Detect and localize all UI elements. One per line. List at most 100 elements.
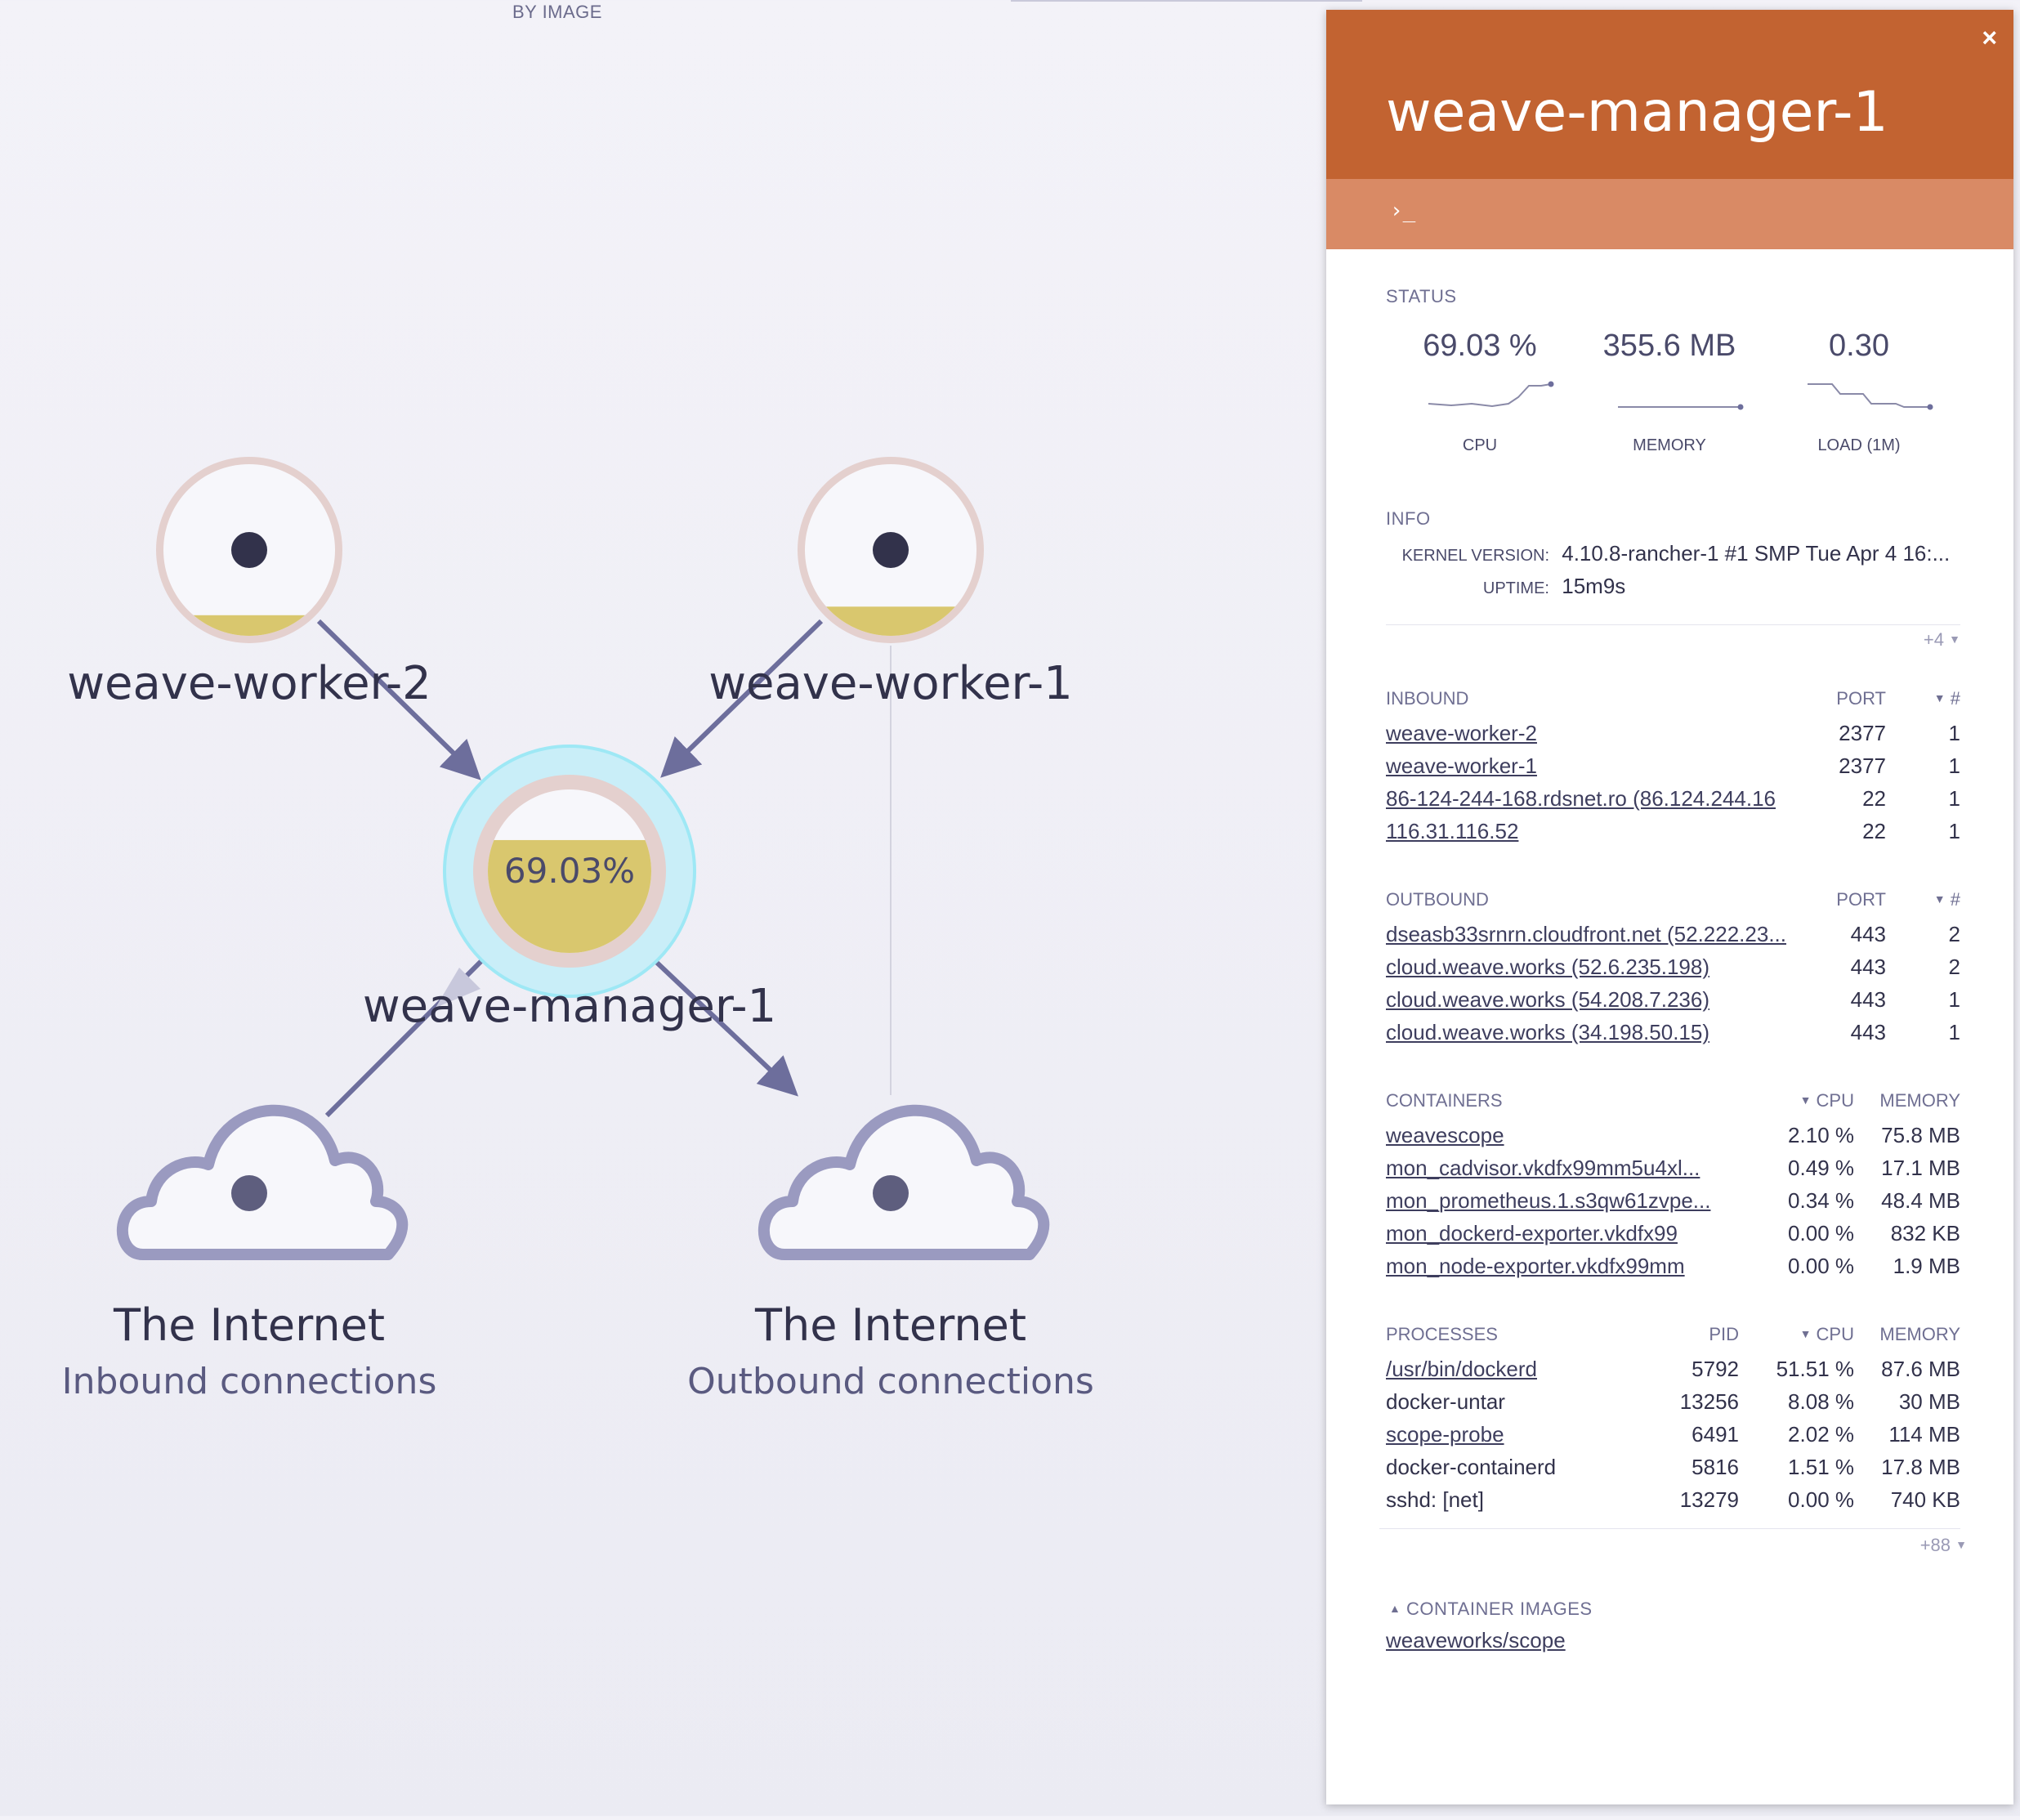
info-key: KERNEL VERSION: <box>1401 547 1549 565</box>
header-memory[interactable]: MEMORY <box>1862 1090 1960 1111</box>
node-dot-icon <box>231 532 267 568</box>
node-internet-outbound[interactable]: The Internet Outbound connections <box>687 1104 1094 1402</box>
connection-name-link[interactable]: weave-worker-1 <box>1386 753 1803 779</box>
metric-cpu[interactable]: 69.03 % CPU <box>1386 329 1574 454</box>
table-row[interactable]: mon_cadvisor.vkdfx99mm5u4xl... 0.49 % 17.1… <box>1386 1156 1960 1188</box>
table-row[interactable]: docker-untar 13256 8.08 % 30 MB <box>1386 1389 1960 1422</box>
header-port[interactable]: PORT <box>1811 889 1886 910</box>
header-cpu[interactable]: ▼ CPU <box>1770 1090 1854 1111</box>
table-row[interactable]: weave-worker-2 2377 1 <box>1386 721 1960 753</box>
connection-name-link[interactable]: dseasb33srnrn.cloudfront.net (52.222.23.… <box>1386 922 1803 947</box>
status-section: STATUS 69.03 % CPU 355.6 MB MEMORY 0.30 … <box>1386 286 1960 466</box>
connection-port: 443 <box>1850 987 1886 1012</box>
container-memory: 17.1 MB <box>1881 1156 1960 1180</box>
panel-header: weave-manager-1 × <box>1326 10 2013 179</box>
node-weave-worker-1[interactable]: weave-worker-1 <box>708 457 1073 710</box>
table-row[interactable]: mon_node-exporter.vkdfx99mm 0.00 % 1.9 MB <box>1386 1254 1960 1286</box>
info-show-more[interactable]: +4 ▼ <box>1924 629 1960 651</box>
show-more-count: +88 <box>1919 1535 1951 1555</box>
process-cpu: 1.51 % <box>1788 1455 1854 1479</box>
view-label[interactable]: BY IMAGE <box>512 2 602 23</box>
metric-memory[interactable]: 355.6 MB MEMORY <box>1575 329 1763 454</box>
table-row[interactable]: mon_prometheus.1.s3qw61zvpe... 0.34 % 48.4… <box>1386 1188 1960 1221</box>
process-memory: 114 MB <box>1888 1422 1960 1447</box>
process-rows: /usr/bin/dockerd 5792 51.51 % 87.6 MB docker… <box>1386 1357 1960 1520</box>
table-row[interactable]: 116.31.116.52 22 1 <box>1386 819 1960 852</box>
header-port[interactable]: PORT <box>1811 688 1886 709</box>
inbound-rows: weave-worker-2 2377 1 weave-worker-1 2377 1 86… <box>1386 721 1960 852</box>
header-count[interactable]: ▼ # <box>1902 688 1960 709</box>
node-weave-manager-1[interactable]: 69.03% weave-manager-1 <box>363 745 776 1033</box>
connection-count: 1 <box>1948 753 1960 778</box>
header-cpu[interactable]: ▼ CPU <box>1762 1324 1854 1345</box>
top-divider <box>1011 0 1362 2</box>
header-pid[interactable]: PID <box>1664 1324 1739 1345</box>
images-section: ▲ CONTAINER IMAGES weaveworks/scope <box>1386 1599 1960 1680</box>
sort-down-icon: ▼ <box>1933 691 1946 704</box>
container-name-link[interactable]: mon_cadvisor.vkdfx99mm5u4xl... <box>1386 1156 1729 1181</box>
connection-count: 1 <box>1948 786 1960 811</box>
connection-name-link[interactable]: 116.31.116.52 <box>1386 819 1803 844</box>
connection-name-link[interactable]: cloud.weave.works (34.198.50.15) <box>1386 1020 1803 1045</box>
node-internet-inbound[interactable]: The Internet Inbound connections <box>62 1104 437 1402</box>
container-name-link[interactable]: mon_prometheus.1.s3qw61zvpe... <box>1386 1188 1729 1214</box>
sparkline-cpu <box>1428 381 1554 408</box>
node-label: weave-worker-2 <box>67 657 431 710</box>
chevron-up-icon: ▲ <box>1389 1602 1401 1615</box>
outbound-section: OUTBOUND PORT ▼ # dseasb33srnrn.cloudfro… <box>1386 889 1960 1061</box>
node-dot-icon <box>873 532 909 568</box>
table-row[interactable]: weave-worker-1 2377 1 <box>1386 753 1960 786</box>
image-link[interactable]: weaveworks/scope <box>1386 1628 1566 1652</box>
table-row[interactable]: cloud.weave.works (52.6.235.198) 443 2 <box>1386 955 1960 987</box>
header-count[interactable]: ▼ # <box>1902 889 1960 910</box>
table-row[interactable]: sshd: [net] 13279 0.00 % 740 KB <box>1386 1487 1960 1520</box>
chevron-down-icon: ▼ <box>1949 633 1960 646</box>
images-toggle[interactable]: ▲ CONTAINER IMAGES <box>1386 1599 1960 1620</box>
table-row[interactable]: docker-containerd 5816 1.51 % 17.8 MB <box>1386 1455 1960 1487</box>
container-memory: 48.4 MB <box>1881 1188 1960 1213</box>
process-name[interactable]: scope-probe <box>1386 1422 1656 1447</box>
outbound-rows: dseasb33srnrn.cloudfront.net (52.222.23.… <box>1386 922 1960 1053</box>
terminal-icon[interactable]: ›_ <box>1390 199 1415 223</box>
table-row[interactable]: scope-probe 6491 2.02 % 114 MB <box>1386 1422 1960 1455</box>
node-dot-icon <box>873 1175 909 1211</box>
node-weave-worker-2[interactable]: weave-worker-2 <box>67 457 431 710</box>
metric-label: LOAD (1M) <box>1817 436 1901 454</box>
processes-show-more[interactable]: +88 ▼ <box>1920 1535 1967 1556</box>
container-name-link[interactable]: mon_node-exporter.vkdfx99mm <box>1386 1254 1729 1279</box>
table-row[interactable]: 86-124-244-168.rdsnet.ro (86.124.244.16 2… <box>1386 786 1960 819</box>
connection-name-link[interactable]: weave-worker-2 <box>1386 721 1803 746</box>
process-name: sshd: [net] <box>1386 1487 1484 1512</box>
metric-label: MEMORY <box>1633 436 1706 454</box>
containers-section: CONTAINERS ▼ CPU MEMORY weavescope 2.10 %… <box>1386 1090 1960 1295</box>
sort-down-icon: ▼ <box>1933 892 1946 906</box>
container-name-link[interactable]: mon_dockerd-exporter.vkdfx99 <box>1386 1221 1729 1246</box>
table-row[interactable]: dseasb33srnrn.cloudfront.net (52.222.23.… <box>1386 922 1960 955</box>
table-row[interactable]: /usr/bin/dockerd 5792 51.51 % 87.6 MB <box>1386 1357 1960 1389</box>
metric-load[interactable]: 0.30 LOAD (1M) <box>1765 329 1953 454</box>
metric-label: CPU <box>1462 436 1498 454</box>
node-metric-text: 69.03% <box>504 851 635 891</box>
table-row[interactable]: mon_dockerd-exporter.vkdfx99 0.00 % 832 KB <box>1386 1221 1960 1254</box>
header-memory[interactable]: MEMORY <box>1862 1324 1960 1345</box>
show-more-count: +4 <box>1923 629 1945 650</box>
table-row[interactable]: cloud.weave.works (54.208.7.236) 443 1 <box>1386 987 1960 1020</box>
connection-name-link[interactable]: 86-124-244-168.rdsnet.ro (86.124.244.16 <box>1386 786 1803 812</box>
connection-name-link[interactable]: cloud.weave.works (54.208.7.236) <box>1386 987 1803 1013</box>
process-name[interactable]: /usr/bin/dockerd <box>1386 1357 1656 1382</box>
section-title: CONTAINER IMAGES <box>1406 1599 1593 1619</box>
container-name-link[interactable]: weavescope <box>1386 1123 1729 1148</box>
section-title: STATUS <box>1386 286 1457 306</box>
table-row[interactable]: weavescope 2.10 % 75.8 MB <box>1386 1123 1960 1156</box>
connection-name-link[interactable]: cloud.weave.works (52.6.235.198) <box>1386 955 1803 980</box>
process-memory: 87.6 MB <box>1881 1357 1960 1381</box>
process-pid: 6491 <box>1692 1422 1739 1447</box>
header-name: INBOUND <box>1386 688 1469 709</box>
table-row[interactable]: cloud.weave.works (34.198.50.15) 443 1 <box>1386 1020 1960 1053</box>
image-item[interactable]: weaveworks/scope <box>1386 1628 1960 1653</box>
section-title: INFO <box>1386 508 1431 529</box>
process-name: docker-untar <box>1386 1389 1505 1414</box>
processes-section: PROCESSES PID ▼ CPU MEMORY /usr/bin/dock… <box>1379 1324 1967 1577</box>
close-icon[interactable]: × <box>1982 23 1997 53</box>
node-label: The Internet <box>754 1299 1026 1351</box>
